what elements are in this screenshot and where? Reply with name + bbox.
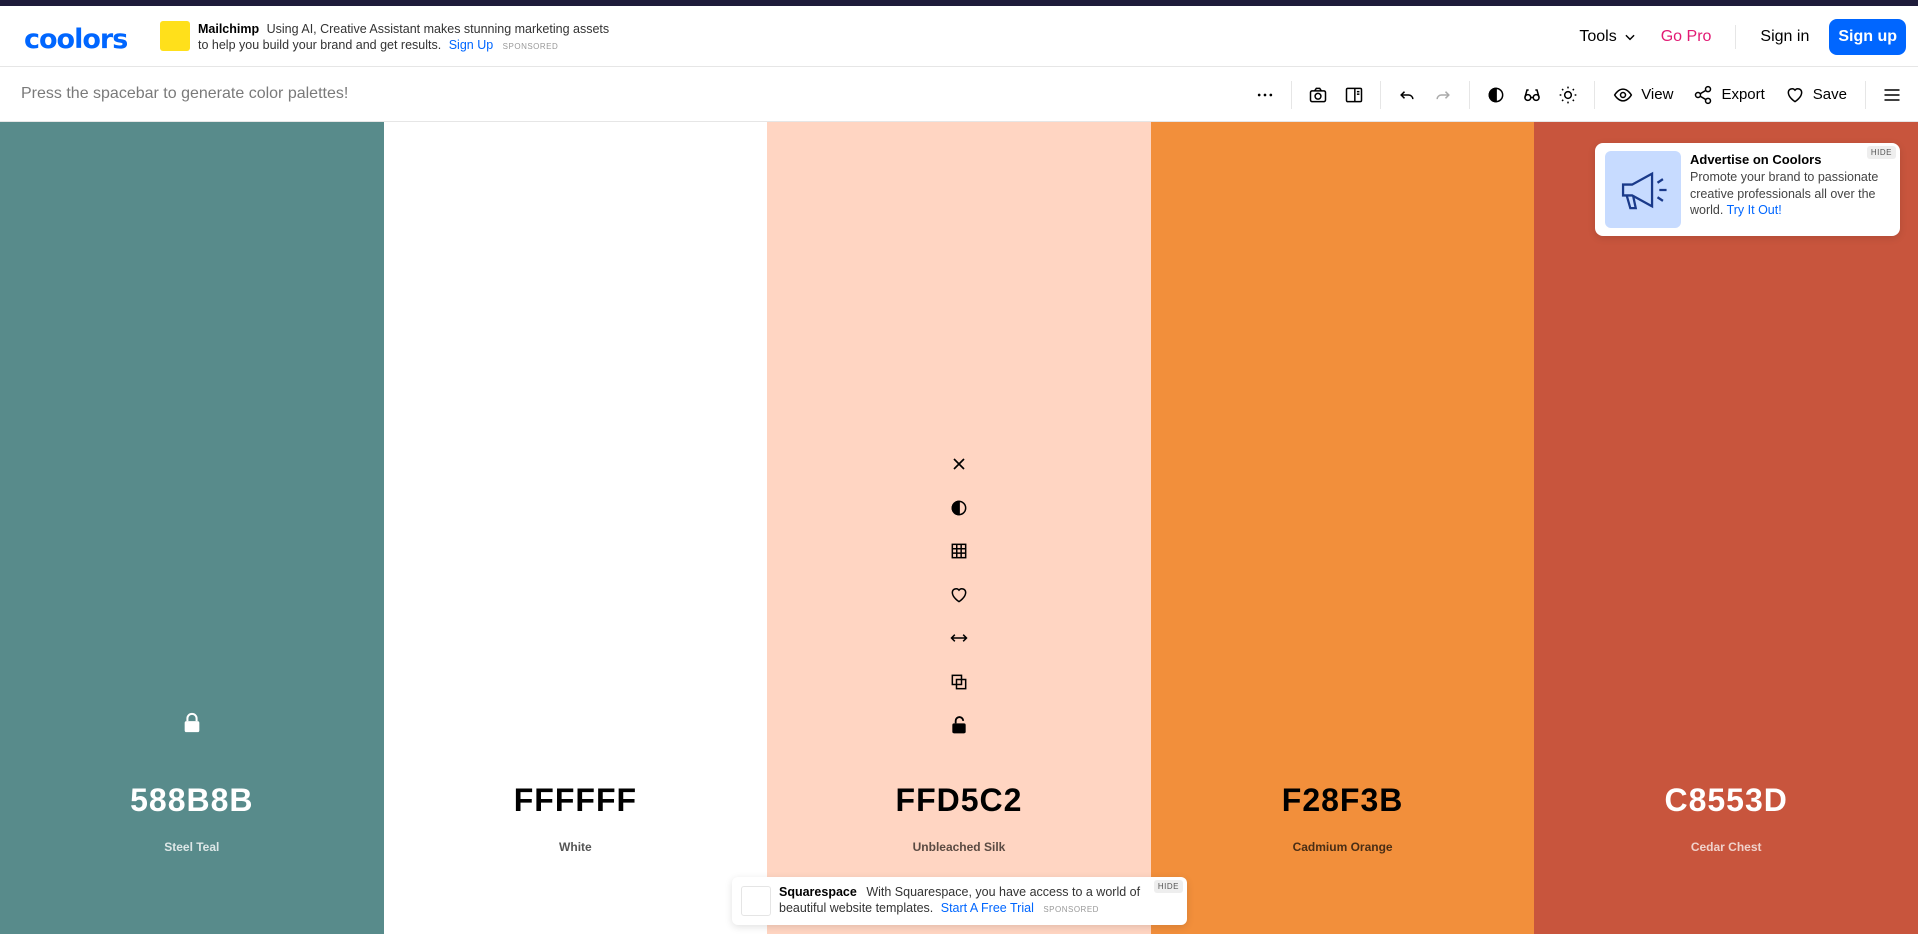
toolbar-divider (1291, 80, 1293, 109)
header-ad[interactable]: Mailchimp Using AI, Creative Assistant m… (160, 21, 620, 57)
header-ad-brand: Mailchimp (198, 22, 260, 36)
bottom-ad[interactable]: Squarespace With Squarespace, you have a… (732, 877, 1187, 925)
header-ad-link[interactable]: Sign Up (449, 38, 493, 52)
hamburger-menu-icon (1884, 88, 1900, 101)
hex-code[interactable]: FFFFFF (384, 782, 768, 819)
toolbar-actions: View Export Save (1247, 67, 1918, 122)
squarespace-logo (741, 886, 771, 916)
advertise-card[interactable]: Advertise on Coolors Promote your brand … (1595, 143, 1900, 236)
hex-code[interactable]: F28F3B (1151, 782, 1535, 819)
arrows-horizontal-icon (950, 634, 968, 642)
color-name: Cadmium Orange (1292, 840, 1393, 854)
mailchimp-logo (160, 21, 190, 51)
undo-icon (1400, 90, 1414, 99)
lock-icon[interactable] (181, 712, 203, 734)
hex-code[interactable]: 588B8B (0, 782, 384, 819)
chevron-down-icon (1625, 34, 1635, 41)
contrast-button[interactable] (947, 496, 971, 520)
share-icon (1695, 85, 1712, 104)
camera-icon (1309, 87, 1327, 102)
sign-up-button[interactable]: Sign up (1829, 19, 1906, 55)
redo-button[interactable] (1425, 77, 1461, 113)
unlock-icon (952, 716, 966, 734)
top-nav: Tools Go Pro Sign in Sign up (1555, 19, 1906, 55)
ad-body: Promote your brand to passionate creativ… (1690, 169, 1890, 219)
color-name: White (559, 840, 592, 854)
tools-menu[interactable]: Tools (1579, 28, 1636, 46)
bottom-ad-sponsored: SPONSORED (1043, 905, 1099, 914)
color-swatch[interactable]: 588B8B Steel Teal (0, 122, 384, 934)
sun-icon (1559, 86, 1577, 103)
redo-icon (1436, 90, 1451, 99)
heart-icon (1787, 87, 1803, 103)
ad-body-text: Promote your brand to passionate creativ… (1690, 170, 1879, 217)
color-swatch[interactable]: C8553D Cedar Chest (1534, 122, 1918, 934)
toolbar: Press the spacebar to generate color pal… (0, 67, 1918, 122)
hex-code[interactable]: C8553D (1534, 782, 1918, 819)
sidebar-icon (1345, 87, 1363, 102)
glasses-icon (1524, 88, 1541, 101)
hide-ad-button[interactable]: HIDE (1866, 146, 1896, 159)
export-label: Export (1721, 86, 1765, 103)
color-blindness-button[interactable] (1514, 77, 1550, 113)
toolbar-divider (1469, 80, 1471, 109)
hex-code[interactable]: FFD5C2 (767, 782, 1151, 819)
undo-button[interactable] (1389, 77, 1425, 113)
grid-icon (951, 543, 967, 559)
color-name: Steel Teal (164, 840, 220, 854)
header-ad-sponsored: SPONSORED (502, 42, 559, 51)
nav-divider (1735, 25, 1737, 49)
header: coolors Mailchimp Using AI, Creative Ass… (0, 6, 1918, 67)
save-label: Save (1812, 86, 1847, 103)
hide-ad-button[interactable]: HIDE (1153, 880, 1183, 893)
color-swatch[interactable]: FFFFFF White (383, 122, 768, 934)
swatch-tools (947, 452, 971, 757)
remove-color-button[interactable] (947, 452, 971, 476)
ad-title: Advertise on Coolors (1690, 152, 1822, 167)
copy-hex-button[interactable] (947, 670, 971, 694)
drag-button[interactable] (947, 626, 971, 650)
color-name: Unbleached Silk (912, 840, 1006, 854)
bottom-ad-link[interactable]: Start A Free Trial (941, 901, 1034, 915)
sidebar-toggle-button[interactable] (1336, 77, 1372, 113)
screenshot-button[interactable] (1300, 77, 1336, 113)
toolbar-divider (1865, 80, 1866, 109)
export-button[interactable]: Export (1693, 85, 1765, 105)
menu-button[interactable] (1874, 77, 1910, 113)
ad-image (1605, 151, 1681, 228)
color-swatch[interactable]: FFD5C2 Unbleached Silk (767, 122, 1151, 934)
palette: 588B8B Steel Teal FFFFFF White FFD5C2 Un… (0, 122, 1918, 934)
spacebar-hint: Press the spacebar to generate color pal… (21, 85, 349, 102)
contrast-icon (1488, 87, 1504, 102)
close-icon (953, 458, 965, 470)
view-button[interactable]: View (1613, 85, 1673, 105)
color-swatch[interactable]: F28F3B Cadmium Orange (1150, 122, 1535, 934)
heart-icon (951, 587, 967, 603)
favorite-color-button[interactable] (947, 583, 971, 607)
bottom-ad-brand: Squarespace (779, 885, 857, 899)
contrast-checker-button[interactable] (1478, 77, 1514, 113)
bottom-ad-text: Squarespace With Squarespace, you have a… (779, 884, 1159, 918)
sign-in-link[interactable]: Sign in (1760, 28, 1809, 46)
header-ad-text: Mailchimp Using AI, Creative Assistant m… (198, 21, 618, 55)
ad-link[interactable]: Try It Out! (1727, 203, 1782, 217)
tools-label: Tools (1579, 28, 1617, 45)
more-horizontal-icon (1258, 93, 1273, 96)
more-options-button[interactable] (1247, 77, 1283, 113)
toolbar-divider (1594, 80, 1596, 109)
toolbar-divider (1380, 80, 1382, 109)
megaphone-icon (1621, 171, 1667, 209)
shades-button[interactable] (947, 539, 971, 563)
coolors-logo[interactable]: coolors (24, 24, 128, 55)
save-button[interactable]: Save (1785, 85, 1847, 105)
copy-icon (951, 674, 967, 689)
brightness-button[interactable] (1550, 77, 1586, 113)
contrast-icon (951, 500, 967, 515)
eye-icon (1613, 87, 1633, 102)
view-label: View (1641, 86, 1674, 103)
go-pro-link[interactable]: Go Pro (1661, 28, 1712, 46)
color-name: Cedar Chest (1690, 840, 1762, 854)
toggle-lock-button[interactable] (947, 713, 971, 737)
